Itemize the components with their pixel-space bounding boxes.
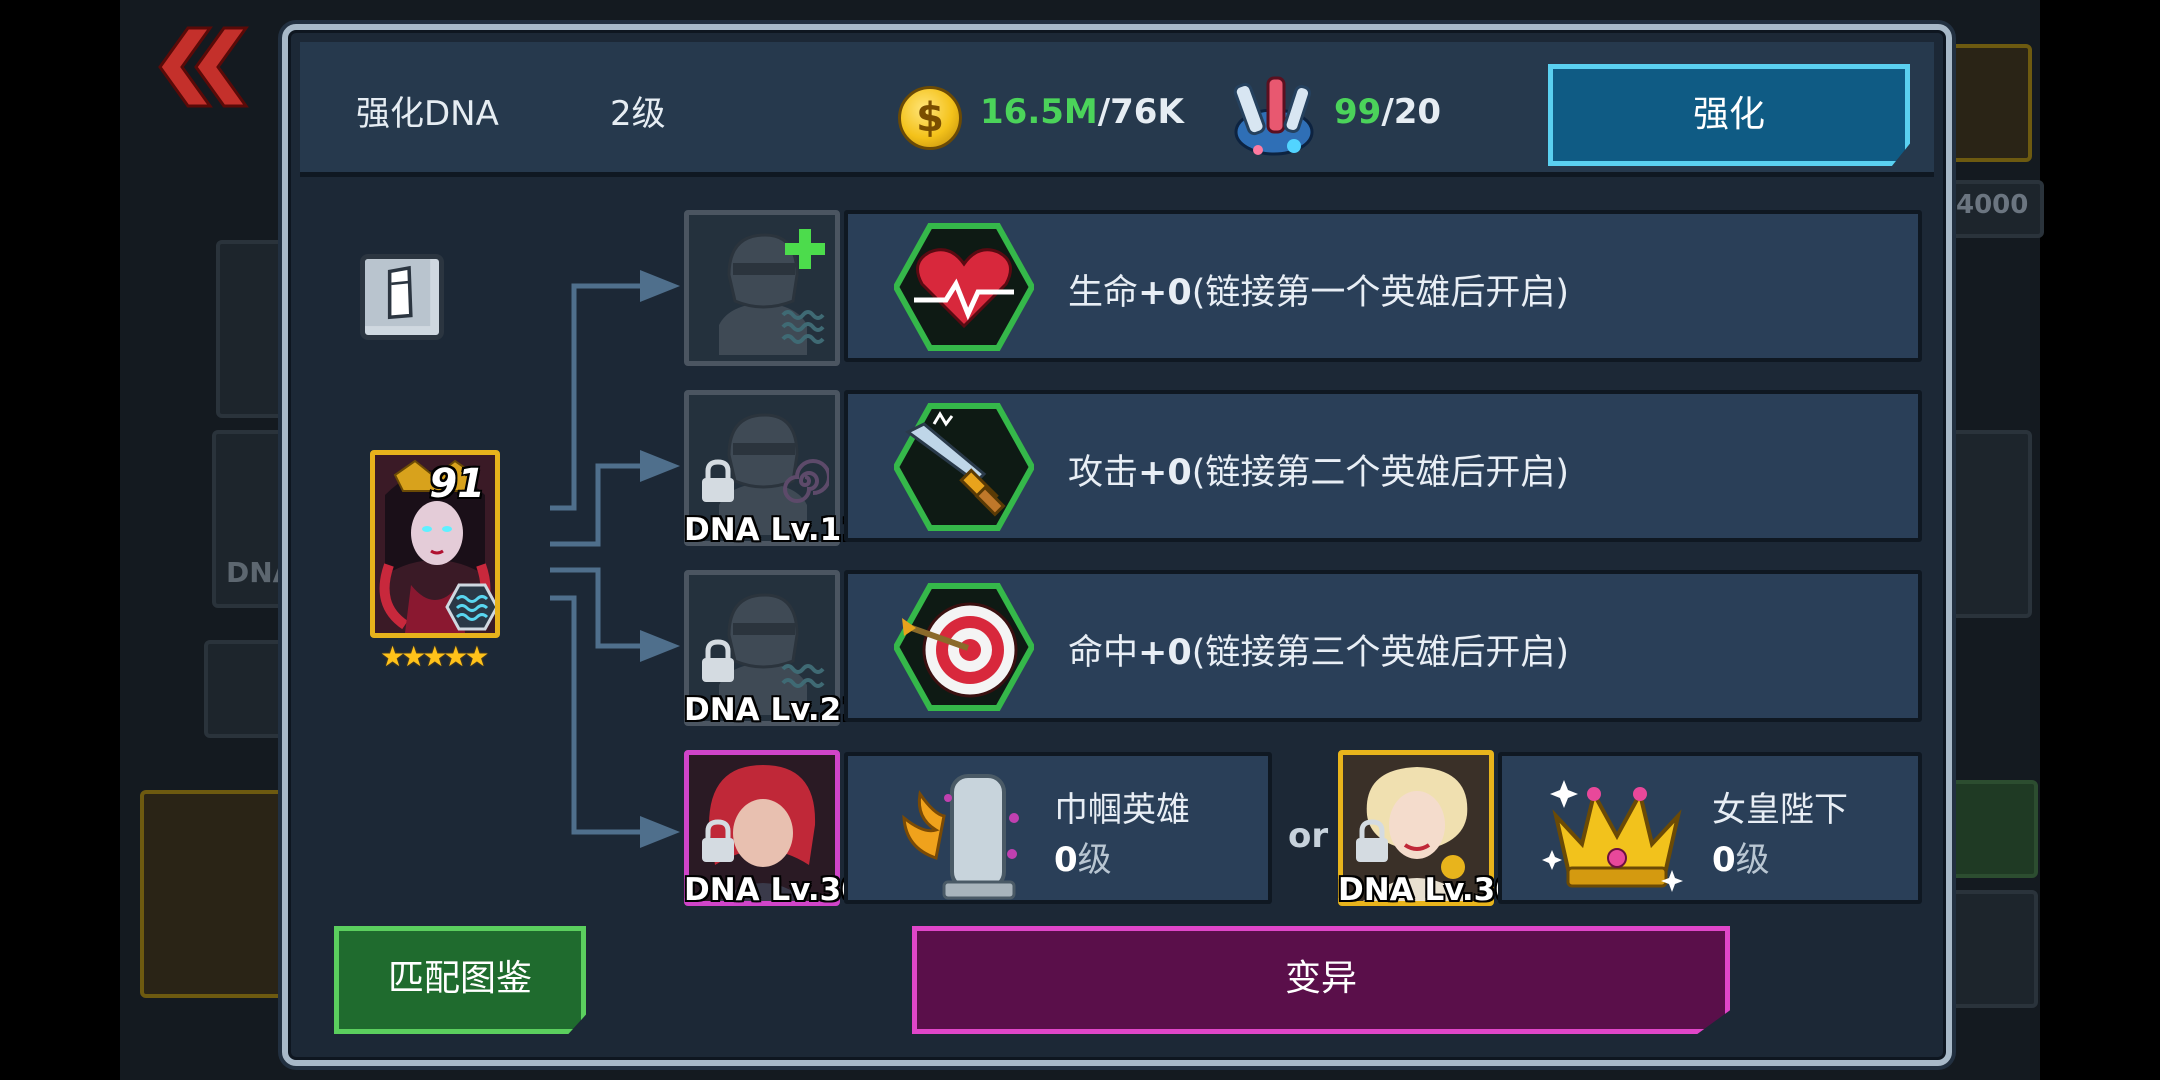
plus-icon[interactable] xyxy=(783,227,827,271)
gold-owned: 16.5M xyxy=(980,92,1098,132)
mutation-level-unit: 级 xyxy=(1077,840,1112,880)
dna-level-label: DNA Lv.30 xyxy=(1338,872,1517,908)
dna-level: 2级 xyxy=(610,94,666,134)
stat-value: +0 xyxy=(1138,453,1192,493)
dna-level-label: DNA Lv.11 xyxy=(684,512,863,548)
swirl-element-icon xyxy=(783,459,829,503)
mutation-name: 女皇陛下 xyxy=(1712,790,1848,830)
bg-side-value: 4000 xyxy=(1956,190,2029,220)
link-slot-1[interactable] xyxy=(684,210,840,366)
mutate-button[interactable]: 变异 xyxy=(912,926,1730,1034)
stat-value: +0 xyxy=(1138,633,1192,673)
match-codex-button[interactable]: 匹配图鉴 xyxy=(334,926,586,1034)
bg-value-box: 4000 xyxy=(1946,180,2044,238)
stat-note: (链接第三个英雄后开启) xyxy=(1191,633,1570,673)
mutation-bar-2[interactable]: 女皇陛下 0级 xyxy=(1498,752,1922,904)
bg-slot xyxy=(1944,430,2032,618)
heart-icon xyxy=(894,223,1034,351)
gold-amount: 16.5M/76K xyxy=(980,92,1184,132)
stat-note: (链接第一个英雄后开启) xyxy=(1191,273,1570,313)
mutation-level-unit: 级 xyxy=(1735,840,1770,880)
target-icon xyxy=(894,583,1034,711)
mutation-level: 0级 xyxy=(1054,832,1112,881)
mutation-level-value: 0 xyxy=(1054,840,1078,880)
strengthen-button[interactable]: 强化 xyxy=(1548,64,1910,166)
dna-owned: 99 xyxy=(1334,92,1382,132)
lock-icon xyxy=(702,819,734,862)
dna-level-label: DNA Lv.21 xyxy=(684,692,863,728)
gold-required: /76K xyxy=(1097,92,1184,132)
panel-title: 强化DNA xyxy=(356,94,499,134)
hero-card[interactable]: 91 xyxy=(370,450,500,638)
bg-slot xyxy=(1944,44,2032,162)
dna-material-icon xyxy=(1233,76,1314,156)
hero-stars: ★★★★★ xyxy=(380,640,489,673)
crown-icon xyxy=(1542,780,1683,892)
link-connectors xyxy=(550,270,680,848)
stat-bar-accuracy: 命中+0(链接第三个英雄后开启) xyxy=(844,570,1922,722)
water-element-icon xyxy=(781,310,825,344)
back-chevron-icon[interactable] xyxy=(150,22,250,112)
monument-icon xyxy=(902,774,1019,900)
stat-value: +0 xyxy=(1138,273,1192,313)
hero-level: 91 xyxy=(429,461,485,507)
mutation-level: 0级 xyxy=(1712,832,1770,881)
mutation-name: 巾帼英雄 xyxy=(1054,790,1190,830)
dna-required: /20 xyxy=(1381,92,1442,132)
lock-icon xyxy=(1356,819,1388,862)
stat-name: 命中 xyxy=(1068,633,1139,673)
stat-note: (链接第二个英雄后开启) xyxy=(1191,453,1570,493)
stat-text-hp: 生命+0(链接第一个英雄后开启) xyxy=(1068,264,1569,315)
stat-bar-hp: 生命+0(链接第一个英雄后开启) xyxy=(844,210,1922,362)
sword-icon xyxy=(894,403,1034,531)
lock-icon xyxy=(702,639,734,682)
water-element-icon xyxy=(445,583,495,631)
mutation-bar-1[interactable]: 巾帼英雄 0级 xyxy=(844,752,1272,904)
stat-text-accuracy: 命中+0(链接第三个英雄后开启) xyxy=(1068,624,1569,675)
stat-name: 攻击 xyxy=(1068,453,1139,493)
panel-header: 强化DNA 2级 $ 16.5M/76K 99/20 强化 xyxy=(300,42,1934,177)
bg-slot xyxy=(1940,890,2038,1008)
dna-level-label: DNA Lv.30 xyxy=(684,872,863,908)
lock-icon xyxy=(702,459,734,502)
mutation-level-value: 0 xyxy=(1712,840,1736,880)
dna-material-amount: 99/20 xyxy=(1334,92,1441,132)
bg-plus-button xyxy=(1940,780,2038,878)
or-label: or xyxy=(1288,816,1329,856)
dna-panel: 强化DNA 2级 $ 16.5M/76K 99/20 强化 91 ★★★★★ 生… xyxy=(282,24,1952,1066)
stat-name: 生命 xyxy=(1068,273,1139,313)
gold-coin-icon: $ xyxy=(898,86,962,150)
dna-slot-icon[interactable] xyxy=(360,254,444,340)
stat-bar-attack: 攻击+0(链接第二个英雄后开启) xyxy=(844,390,1922,542)
stat-text-attack: 攻击+0(链接第二个英雄后开启) xyxy=(1068,444,1569,495)
